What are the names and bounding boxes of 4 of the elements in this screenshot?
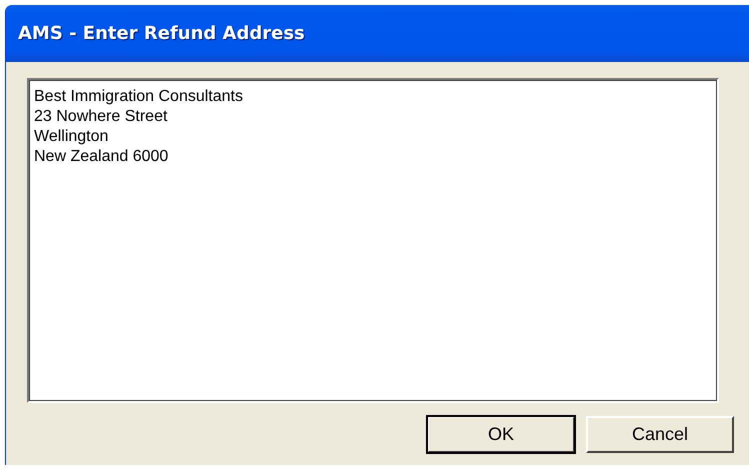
address-field[interactable]: Best Immigration Consultants 23 Nowhere Street Wellington New Zealand 6000 xyxy=(27,78,719,403)
window-title: AMS - Enter Refund Address xyxy=(18,23,305,44)
dialog-button[interactable]: OK xyxy=(427,416,575,453)
dialog-button[interactable]: Cancel xyxy=(586,416,734,453)
